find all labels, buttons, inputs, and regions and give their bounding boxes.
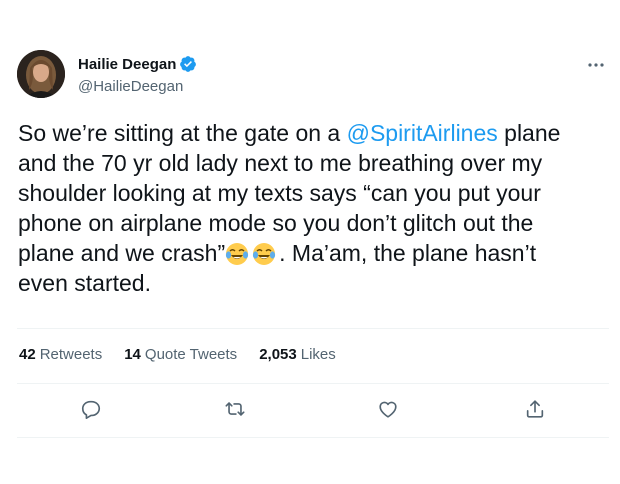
reply-icon[interactable]	[78, 396, 104, 422]
face-with-tears-of-joy-emoji	[253, 243, 276, 265]
like-icon[interactable]	[375, 396, 401, 422]
likes-count: 2,053	[259, 346, 297, 363]
retweets-stat[interactable]: 42 Retweets	[19, 346, 102, 363]
retweets-count: 42	[19, 346, 36, 363]
share-icon[interactable]	[522, 396, 548, 422]
author-handle[interactable]: @HailieDeegan	[78, 78, 183, 95]
likes-stat[interactable]: 2,053 Likes	[259, 346, 336, 363]
tweet-text: So we’re sitting at the gate on a @Spiri…	[18, 118, 608, 298]
face-with-tears-of-joy-emoji	[226, 243, 249, 265]
retweet-icon[interactable]	[222, 396, 248, 422]
mention-link[interactable]: @SpiritAirlines	[347, 120, 498, 146]
retweets-label: Retweets	[39, 346, 103, 363]
divider	[17, 328, 609, 329]
tweet-stats: 42 Retweets 14 Quote Tweets 2,053 Likes	[19, 346, 358, 363]
divider	[17, 383, 609, 384]
author-name[interactable]: Hailie Deegan	[78, 56, 176, 73]
verified-badge-icon	[180, 56, 197, 72]
tweet-card: Hailie Deegan @HailieDeegan So we’re sit…	[0, 0, 620, 484]
quote-tweets-count: 14	[124, 346, 141, 363]
divider	[17, 437, 609, 438]
tweet-text-part: plane	[497, 120, 561, 146]
more-icon[interactable]	[584, 56, 608, 74]
avatar[interactable]	[17, 50, 65, 98]
author-name-row: Hailie Deegan	[78, 55, 197, 73]
quote-tweets-stat[interactable]: 14 Quote Tweets	[124, 346, 237, 363]
likes-label: Likes	[300, 346, 336, 363]
tweet-text-part: So we’re sitting at the gate on a	[18, 120, 347, 146]
quote-tweets-label: Quote Tweets	[144, 346, 238, 363]
